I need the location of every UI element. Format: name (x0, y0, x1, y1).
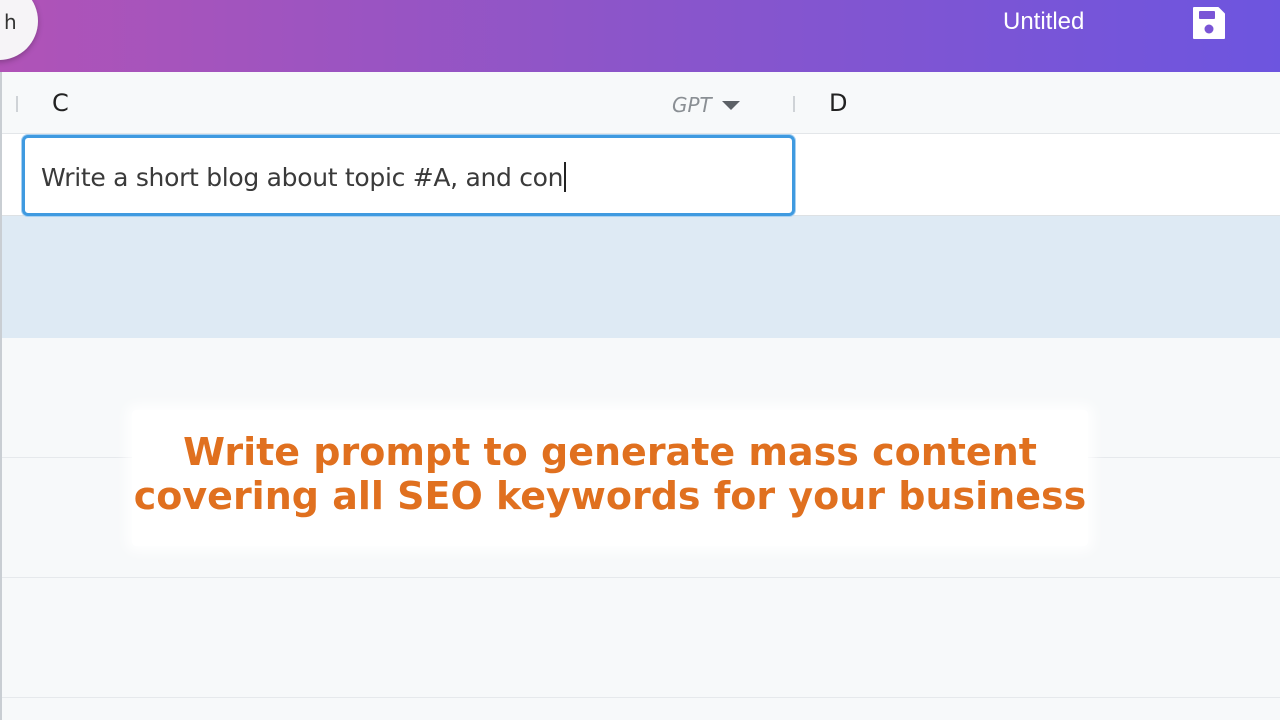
caption-line-2: covering all SEO keywords for your busin… (133, 474, 1087, 518)
column-header-d[interactable]: D (829, 89, 847, 117)
back-glyph: h (4, 10, 17, 34)
column-header-c[interactable]: C (52, 89, 69, 117)
grid-left-border (0, 72, 2, 720)
save-icon[interactable] (1190, 4, 1228, 42)
table-row-selected[interactable] (0, 216, 1280, 338)
prompt-input-value: Write a short blog about topic #A, and c… (41, 162, 567, 192)
prompt-text: Write a short blog about topic #A, and c… (41, 163, 564, 192)
caption-overlay: Write prompt to generate mass content co… (132, 410, 1088, 546)
model-select-label: GPT (672, 93, 712, 117)
chevron-down-icon (721, 100, 740, 110)
back-button[interactable]: h (0, 0, 38, 60)
app-header: h Untitled (0, 0, 1280, 72)
column-resize-handle[interactable] (793, 96, 795, 112)
column-resize-handle[interactable] (16, 96, 18, 112)
document-title[interactable]: Untitled (1003, 8, 1084, 36)
column-header-row: C GPT D (0, 72, 1280, 134)
table-row[interactable] (0, 578, 1280, 698)
model-select[interactable]: GPT (672, 92, 740, 118)
text-cursor (564, 162, 567, 192)
caption-line-1: Write prompt to generate mass content (183, 430, 1037, 474)
prompt-input[interactable]: Write a short blog about topic #A, and c… (22, 135, 795, 216)
